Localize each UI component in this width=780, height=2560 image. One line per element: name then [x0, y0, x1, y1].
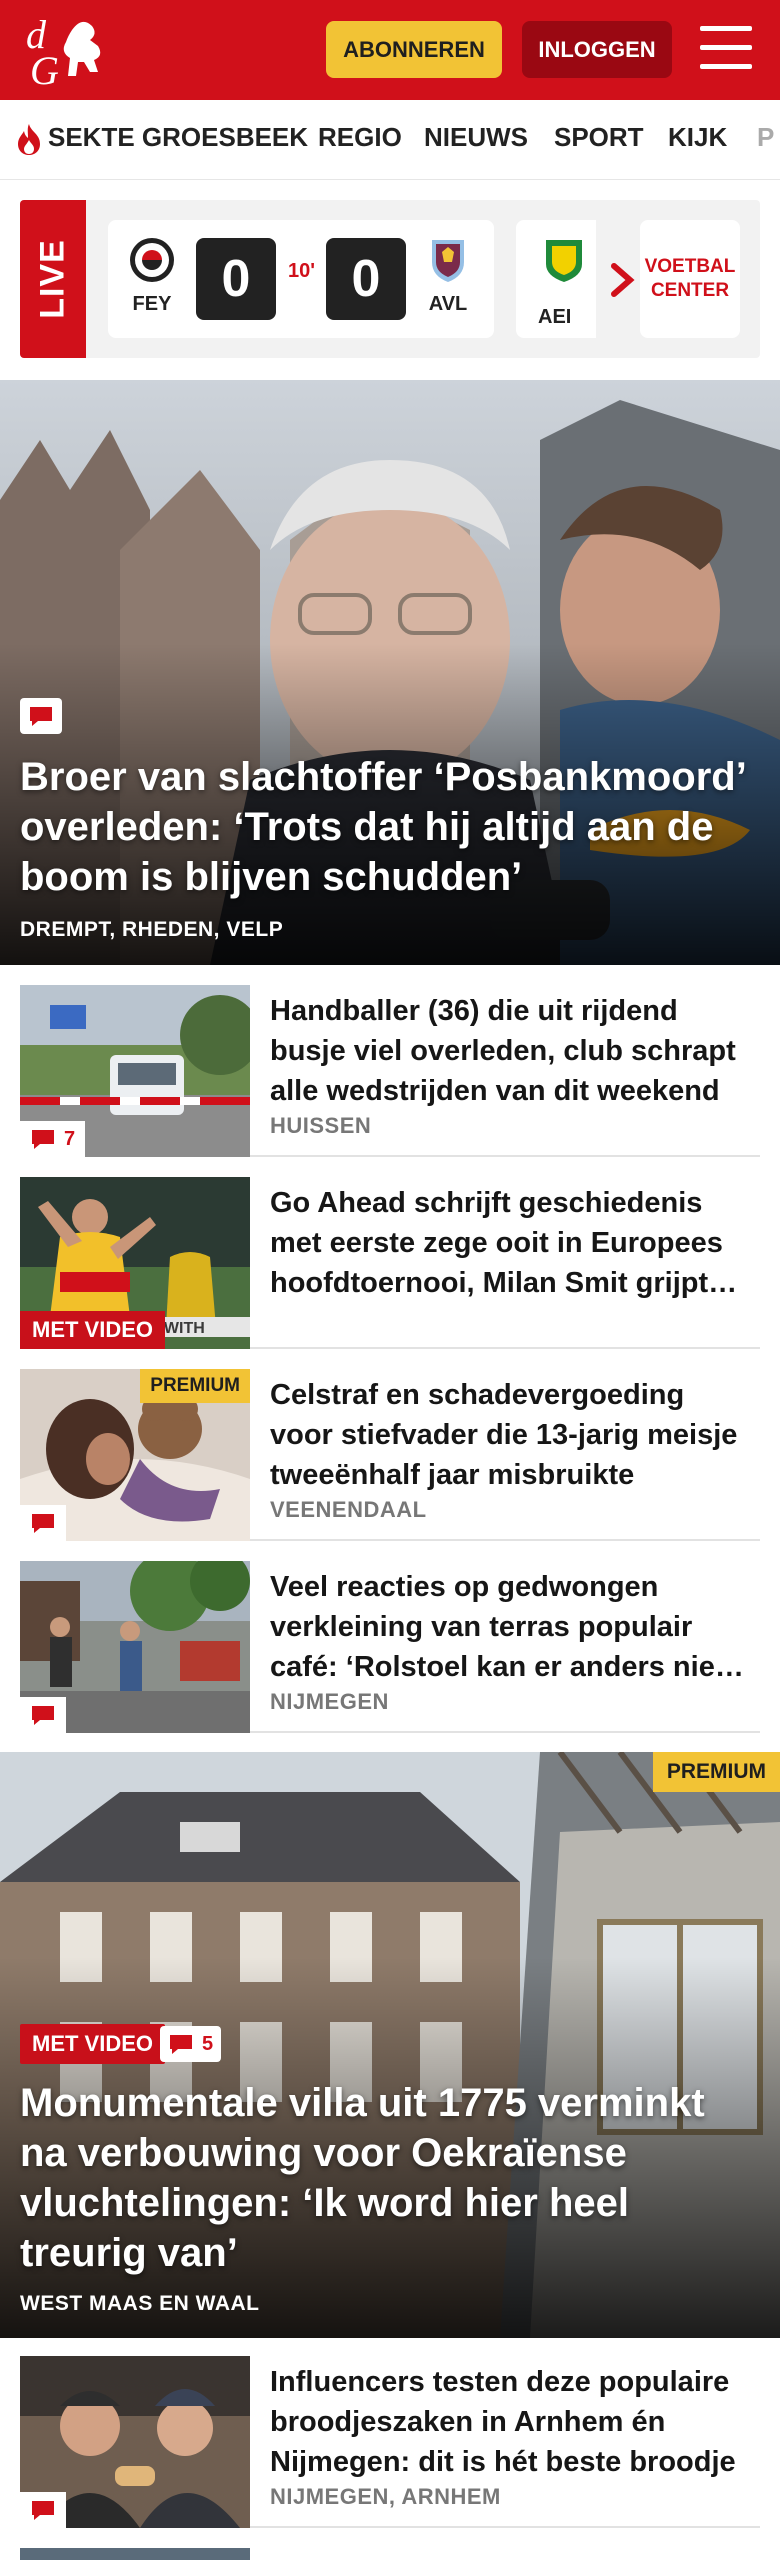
away-score: 0 [326, 238, 406, 320]
nav-item-kijk[interactable]: KIJK [668, 122, 727, 153]
video-badge: MET VIDEO [20, 1311, 166, 1349]
away-club: AVL [420, 236, 476, 316]
list-item[interactable]: Influencers testen deze populaire broodj… [20, 2356, 760, 2528]
list-item[interactable]: 7 Handballer (36) die uit rijdend busje … [20, 985, 760, 1157]
article-title[interactable]: Influencers testen deze populaire broodj… [270, 2362, 750, 2482]
svg-text:G: G [30, 48, 59, 90]
site-header: d G ABONNEREN INLOGGEN [0, 0, 780, 100]
list-item[interactable]: Veel reacties op gedwongen verkleining v… [20, 1561, 760, 1733]
comment-badge [20, 698, 62, 734]
comment-count: 5 [202, 2032, 214, 2055]
main-nav: SEKTE GROESBEEK REGIO NIEUWS SPORT KIJK … [0, 100, 780, 180]
comment-icon [170, 2035, 192, 2054]
nav-item-partial[interactable]: P [757, 122, 774, 153]
comment-icon [32, 2501, 54, 2520]
chevron-right-icon[interactable] [608, 260, 638, 300]
comment-count: 7 [64, 1127, 76, 1150]
list-item[interactable]: L WITH MET VIDEO Go Ahead schrijft gesch… [20, 1177, 760, 1349]
article-thumbnail: 7 [20, 985, 250, 1157]
article-title[interactable]: Veel reacties op gedwongen verkleining v… [270, 1567, 750, 1687]
premium-badge: PREMIUM [652, 1752, 780, 1792]
comment-badge: 5 [160, 2026, 222, 2062]
aston-villa-crest-icon [432, 240, 464, 282]
flame-icon [18, 124, 40, 155]
nav-item-sport[interactable]: SPORT [554, 122, 644, 153]
match-minute: 10' [288, 260, 316, 282]
hero-article[interactable]: Broer van slachtoffer ‘Posbankmoord’ ove… [0, 380, 780, 965]
home-club-abbr: FEY [132, 293, 172, 315]
voetbal-center-button[interactable]: VOETBAL CENTER [640, 220, 740, 338]
site-logo[interactable]: d G [22, 10, 118, 93]
comment-icon [32, 1706, 54, 1725]
comment-badge: 7 [20, 1121, 86, 1157]
hero-location: DREMPT, RHEDEN, VELP [20, 918, 284, 941]
home-club: FEY [124, 236, 180, 316]
nav-item-nieuws[interactable]: NIEUWS [424, 122, 528, 153]
article-location: VEENENDAAL [270, 1497, 427, 1522]
article-thumbnail: L WITH MET VIDEO [20, 1177, 250, 1349]
next-article-thumbnail-partial [20, 2548, 250, 2560]
feature-title[interactable]: Monumentale villa uit 1775 verminkt na v… [20, 2078, 750, 2278]
video-badge: MET VIDEO [20, 2024, 166, 2064]
nav-item-sekte-groesbeek[interactable]: SEKTE GROESBEEK [48, 122, 308, 153]
article-title[interactable]: Handballer (36) die uit rijdend busje vi… [270, 991, 750, 1111]
premium-badge: PREMIUM [140, 1369, 250, 1403]
live-tag: LIVE [20, 200, 86, 358]
comment-icon [30, 707, 52, 726]
hero-title[interactable]: Broer van slachtoffer ‘Posbankmoord’ ove… [20, 752, 770, 902]
feature-location: WEST MAAS EN WAAL [20, 2292, 260, 2315]
comment-icon [32, 1130, 54, 1149]
article-title[interactable]: Go Ahead schrijft geschiedenis met eerst… [270, 1183, 750, 1303]
live-scores-strip: LIVE FEY 0 10' 0 AVL AEI VOETBAL CENTER [20, 200, 760, 358]
match-card[interactable]: FEY 0 10' 0 AVL [108, 220, 494, 338]
home-score: 0 [196, 238, 276, 320]
article-thumbnail: PREMIUM [20, 1369, 250, 1541]
article-title[interactable]: Celstraf en schadevergoeding voor stiefv… [270, 1375, 750, 1495]
ado-crest-icon [546, 240, 582, 282]
article-location: NIJMEGEN [270, 1689, 389, 1714]
away-club-abbr: AVL [428, 293, 468, 315]
comment-badge [20, 1505, 66, 1541]
list-item[interactable]: PREMIUM Celstraf en schadevergoeding voo… [20, 1369, 760, 1541]
nav-item-regio[interactable]: REGIO [318, 122, 402, 153]
comment-badge [20, 2492, 66, 2528]
article-location: HUISSEN [270, 1113, 372, 1138]
menu-icon[interactable] [700, 26, 752, 70]
article-thumbnail [20, 2356, 250, 2528]
feature-article[interactable]: PREMIUM MET VIDEO 5 Monumentale villa ui… [0, 1752, 780, 2338]
comment-badge [20, 1697, 66, 1733]
next-match-abbr: AEI [538, 306, 572, 328]
subscribe-button[interactable]: ABONNEREN [326, 21, 502, 78]
article-location: NIJMEGEN, ARNHEM [270, 2484, 501, 2509]
article-thumbnail [20, 1561, 250, 1733]
comment-icon [32, 1514, 54, 1533]
feyenoord-crest-icon [130, 238, 174, 282]
login-button[interactable]: INLOGGEN [522, 21, 672, 78]
next-match-card[interactable]: AEI [516, 220, 596, 338]
